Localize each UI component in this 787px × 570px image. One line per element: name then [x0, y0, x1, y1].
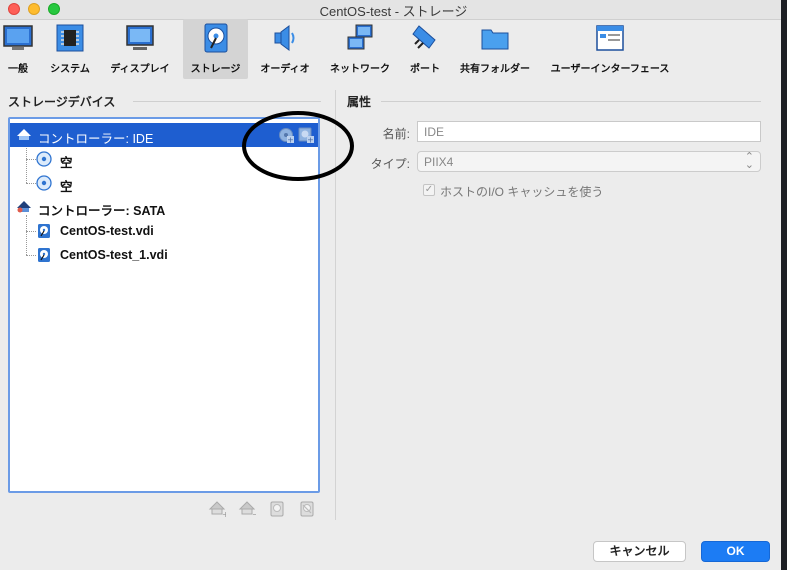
remove-controller-icon[interactable]: − — [238, 500, 256, 518]
storage-heading-rule — [133, 101, 321, 102]
tab-storage[interactable]: ストレージ — [183, 19, 248, 79]
tab-system[interactable]: システム — [44, 19, 96, 79]
svg-text:−: − — [252, 510, 256, 518]
display-monitor-icon — [126, 25, 154, 50]
controller-type-select[interactable]: PIIX4 ⌃ ⌄ — [417, 151, 761, 172]
audio-speaker-icon — [274, 25, 295, 51]
add-attachment-icon[interactable] — [268, 500, 286, 518]
shared-folder-icon — [481, 29, 509, 50]
user-interface-icon — [596, 25, 624, 51]
host-io-cache-checkbox[interactable]: ✓ — [423, 184, 435, 196]
window-title: CentOS-test - ストレージ — [319, 4, 468, 19]
hard-disk-icon — [38, 224, 50, 238]
type-label: タイプ: — [370, 157, 410, 171]
system-chip-icon — [56, 24, 84, 52]
tab-general[interactable]: 一般 — [0, 19, 36, 79]
tab-ports[interactable]: ポート — [403, 19, 447, 79]
settings-toolbar: 一般 システム ディスプレイ ストレージ オーディオ ネットワーク ポート 共有… — [0, 19, 787, 81]
tab-user-interface[interactable]: ユーザーインターフェース — [545, 19, 675, 79]
controller-name-field[interactable]: IDE — [417, 121, 761, 142]
host-io-cache-label: ホストのI/O キャッシュを使う — [440, 185, 604, 199]
network-icon — [347, 24, 373, 50]
general-icon — [3, 25, 33, 50]
name-label: 名前: — [382, 127, 410, 141]
optical-disc-icon — [36, 175, 52, 191]
attributes-heading-rule — [381, 101, 761, 102]
tab-display[interactable]: ディスプレイ — [104, 19, 176, 79]
tab-audio[interactable]: オーディオ — [255, 19, 315, 79]
controller-type-value: PIIX4 — [424, 155, 454, 169]
select-stepper-icon: ⌃ ⌄ — [744, 151, 754, 171]
tree-item-disk-centos-test[interactable]: CentOS-test.vdi — [10, 219, 318, 243]
hard-disk-icon — [38, 248, 50, 262]
annotation-circle — [242, 111, 354, 181]
tree-item-disk-centos-test-1[interactable]: CentOS-test_1.vdi — [10, 243, 318, 267]
controller-icon — [17, 201, 31, 213]
background-window-edge — [781, 0, 787, 570]
tree-item-sata-controller[interactable]: コントローラー: SATA — [10, 195, 318, 219]
title-bar: CentOS-test - ストレージ — [0, 0, 787, 20]
controller-icon — [17, 129, 31, 140]
tab-network[interactable]: ネットワーク — [324, 19, 396, 79]
storage-disk-icon — [204, 23, 227, 53]
add-controller-icon[interactable]: + — [208, 500, 226, 518]
optical-disc-icon — [36, 151, 52, 167]
storage-devices-heading: ストレージデバイス — [8, 95, 116, 109]
ok-button[interactable]: OK — [701, 541, 770, 562]
cancel-button[interactable]: キャンセル — [593, 541, 686, 562]
tab-shared-folders[interactable]: 共有フォルダー — [455, 19, 535, 79]
attributes-heading: 属性 — [347, 95, 372, 109]
port-plug-icon — [412, 25, 436, 49]
remove-attachment-icon[interactable] — [298, 500, 316, 518]
svg-text:+: + — [222, 510, 226, 518]
